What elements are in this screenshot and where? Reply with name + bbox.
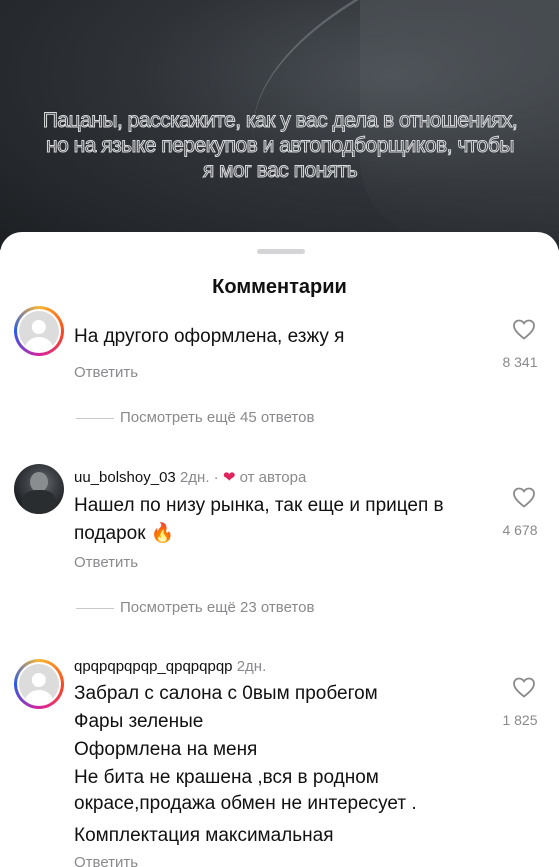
video-caption: Пацаны, расскажите, как у вас дела в отн…: [42, 109, 518, 183]
reply-button[interactable]: Ответить: [74, 854, 138, 867]
comment-meta: qpqpqpqpqp_qpqpqpqp 2дн.: [74, 658, 266, 675]
divider: [76, 608, 114, 609]
divider: [76, 418, 114, 419]
comment-line: Забрал с салона с 0вым пробегом: [74, 683, 378, 704]
avatar[interactable]: [14, 659, 64, 709]
username[interactable]: uu_bolshoy_03: [74, 469, 176, 486]
view-replies-button[interactable]: Посмотреть ещё 23 ответов: [120, 599, 314, 616]
timestamp: 2дн.: [179, 469, 210, 486]
avatar[interactable]: [14, 306, 64, 356]
separator: ·: [213, 469, 219, 486]
author-badge: от автора: [239, 469, 307, 486]
comment-body: Забрал с салона с 0вым пробегом Фары зел…: [74, 680, 514, 850]
comment-text: На другого оформлена, езжу я: [74, 326, 345, 347]
comment-line: окрасе,продажа обмен не интересует .: [74, 793, 417, 814]
like-button[interactable]: 8 341: [502, 318, 544, 370]
username[interactable]: qpqpqpqpqp_qpqpqpqp: [74, 658, 233, 675]
view-replies-button[interactable]: Посмотреть ещё 45 ответов: [120, 409, 314, 426]
like-count: 1 825: [502, 712, 538, 728]
reply-button[interactable]: Ответить: [74, 364, 138, 381]
avatar[interactable]: [14, 464, 64, 514]
comments-sheet: Комментарии На другого оформлена, езжу я…: [0, 232, 559, 867]
like-count: 4 678: [502, 522, 538, 538]
comment-line: Не бита не крашена ,вся в родном: [74, 767, 379, 788]
comment-meta: uu_bolshoy_03 2дн. · ❤ от автора: [74, 468, 306, 486]
like-button[interactable]: 1 825: [502, 676, 544, 728]
heart-outline-icon: [513, 487, 535, 508]
heart-filled-icon: ❤: [222, 469, 236, 486]
comment-line: Фары зеленые: [74, 711, 204, 732]
timestamp: 2дн.: [236, 658, 267, 675]
comment-line: Оформлена на меня: [74, 739, 258, 760]
reply-button[interactable]: Ответить: [74, 554, 138, 571]
comment-line: Комплектация максимальная: [74, 825, 334, 846]
like-count: 8 341: [502, 354, 538, 370]
comment-text: Нашел по низу рынка, так еще и прицеп в …: [74, 495, 444, 544]
sheet-title: Комментарии: [212, 276, 347, 298]
heart-outline-icon: [513, 677, 535, 698]
heart-outline-icon: [513, 319, 535, 340]
video-background: Пацаны, расскажите, как у вас дела в отн…: [0, 0, 559, 250]
like-button[interactable]: 4 678: [502, 486, 544, 538]
sheet-drag-handle[interactable]: [257, 249, 305, 254]
